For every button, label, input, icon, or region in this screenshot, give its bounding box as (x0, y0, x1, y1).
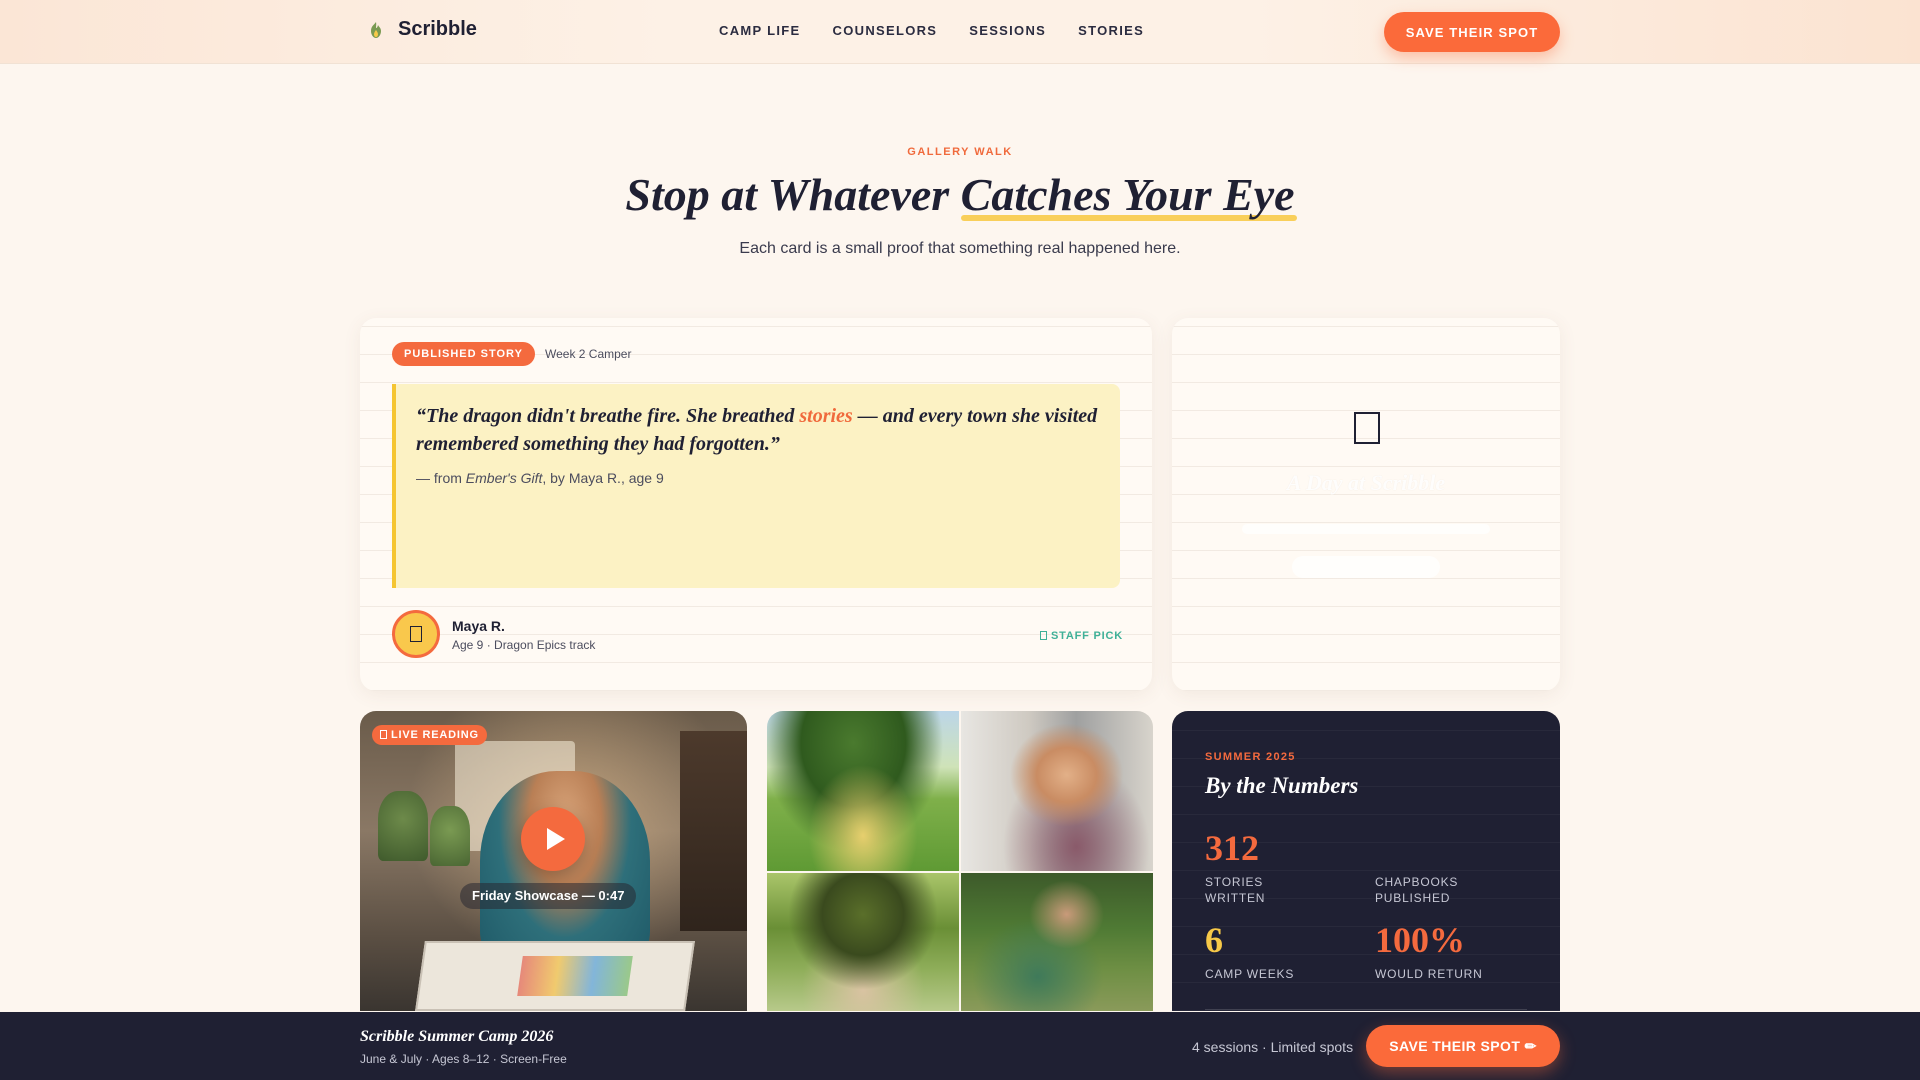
published-story-card[interactable]: PUBLISHED STORY Week 2 Camper “The drago… (360, 318, 1152, 691)
avatar-placeholder-icon (410, 626, 422, 642)
published-story-badge: PUBLISHED STORY (392, 342, 535, 366)
author-name: Maya R. (452, 618, 505, 634)
flame-logo-icon (371, 21, 381, 38)
nav-link-sessions[interactable]: SESSIONS (969, 23, 1046, 38)
nav-link-counselors[interactable]: COUNSELORS (833, 23, 938, 38)
footer-subtitle: June & July · Ages 8–12 · Screen-Free (360, 1052, 567, 1066)
source-suffix: , by Maya R., age 9 (542, 470, 664, 486)
page-title: Stop at Whatever Catches Your Eye (0, 168, 1920, 221)
source-title: Ember's Gift (465, 470, 543, 486)
top-nav: Scribble CAMP LIFE COUNSELORS SESSIONS S… (0, 0, 1920, 64)
numbers-eyebrow: SUMMER 2025 (1205, 751, 1296, 763)
numbers-title: By the Numbers (1205, 773, 1359, 798)
plant (430, 806, 470, 866)
quote-text: “The dragon didn't breathe fire. She bre… (416, 402, 1106, 458)
footer-title: Scribble Summer Camp 2026 (360, 1028, 554, 1045)
quote-highlight: stories (799, 405, 853, 427)
day-card-button[interactable] (1292, 556, 1440, 578)
stat-label-chapbooks: CHAPBOOKS PUBLISHED (1375, 875, 1459, 905)
stat-label-stories: STORIES WRITTEN (1205, 875, 1266, 905)
save-their-spot-button[interactable]: SAVE THEIR SPOT (1384, 12, 1560, 52)
brand[interactable]: Scribble (366, 18, 477, 41)
photo-child-writing[interactable] (961, 711, 1153, 871)
stat-value-weeks: 6 (1205, 920, 1223, 960)
page-subtitle: Each card is a small proof that somethin… (739, 240, 1181, 257)
avatar (392, 610, 440, 658)
author-meta: Age 9 · Dragon Epics track (452, 638, 596, 652)
week-label: Week 2 Camper (545, 347, 632, 361)
video-caption: Friday Showcase — 0:47 (460, 883, 637, 909)
nav-links: CAMP LIFE COUNSELORS SESSIONS STORIES (719, 23, 1144, 38)
title-start: Stop at Whatever (625, 169, 961, 220)
quote-source: — from Ember's Gift, by Maya R., age 9 (416, 470, 664, 486)
stat-value-stories: 312 (1205, 828, 1259, 868)
day-card-subtitle-placeholder (1242, 524, 1490, 534)
photo-collage (767, 711, 1153, 1011)
title-highlight: Catches Your Eye (960, 169, 1297, 221)
live-badge-label: LIVE READING (391, 729, 479, 741)
staff-pick-label: STAFF PICK (1051, 630, 1123, 642)
source-prefix: — from (416, 470, 466, 486)
day-at-scribble-card[interactable]: A Day at Scribble (1172, 318, 1560, 691)
document-icon (1354, 412, 1380, 444)
stat-label-return: WOULD RETURN (1375, 967, 1483, 981)
story-quote: “The dragon didn't breathe fire. She bre… (392, 384, 1120, 588)
photo-campers-circle-meadow[interactable] (767, 711, 959, 871)
staff-pick-badge: STAFF PICK (1040, 630, 1123, 642)
nav-link-camp-life[interactable]: CAMP LIFE (719, 23, 801, 38)
quote-part-1: “The dragon didn't breathe fire. She bre… (416, 405, 800, 427)
mic-icon (380, 730, 387, 739)
sticky-footer-bar: Scribble Summer Camp 2026 June & July · … (0, 1012, 1920, 1080)
photo-counselor-reading[interactable] (961, 873, 1153, 1011)
live-reading-badge: LIVE READING (372, 725, 487, 745)
bookshelf (680, 731, 747, 931)
footer-save-their-spot-button[interactable]: SAVE THEIR SPOT ✏ (1366, 1025, 1560, 1067)
stat-label-weeks: CAMP WEEKS (1205, 967, 1295, 981)
live-reading-video-card[interactable]: LIVE READING Friday Showcase — 0:47 (360, 711, 747, 1011)
plant (378, 791, 428, 861)
photo-campers-under-tree[interactable] (767, 873, 959, 1011)
day-card-title: A Day at Scribble (1286, 470, 1446, 495)
play-button[interactable] (521, 807, 585, 871)
footer-availability: 4 sessions · Limited spots (1192, 1039, 1354, 1055)
brand-name: Scribble (398, 18, 477, 40)
play-icon (546, 828, 565, 850)
stat-value-return: 100% (1375, 920, 1465, 960)
star-icon (1040, 631, 1047, 640)
nav-link-stories[interactable]: STORIES (1078, 23, 1144, 38)
by-the-numbers-card: SUMMER 2025 By the Numbers 312 STORIES W… (1172, 711, 1560, 1011)
book-illustration (517, 956, 633, 996)
divider (1205, 1009, 1527, 1010)
section-eyebrow: GALLERY WALK (907, 146, 1013, 158)
